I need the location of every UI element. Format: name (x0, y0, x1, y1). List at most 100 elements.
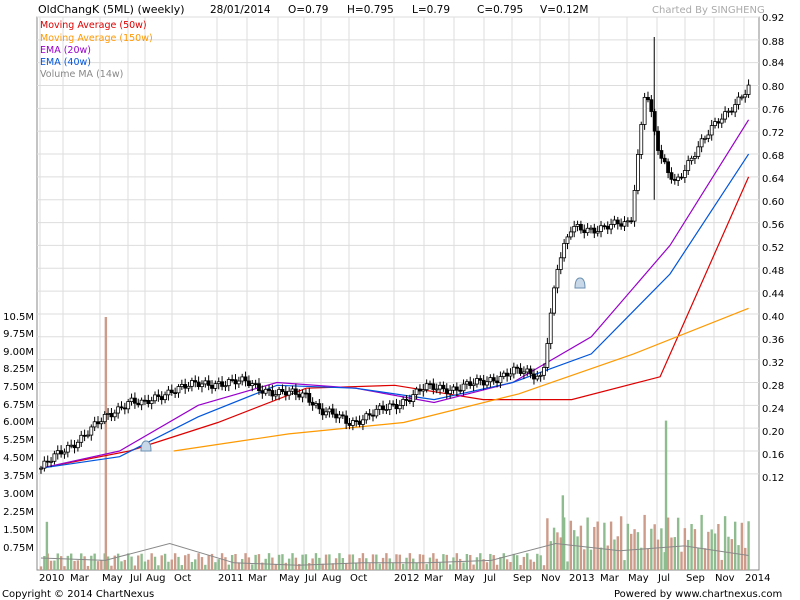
volume-bar (137, 555, 140, 570)
volume-bar (395, 554, 398, 570)
volume-bar (583, 549, 586, 570)
volume-tick: 4.50M (3, 453, 34, 464)
volume-bar (576, 536, 579, 570)
candle-body (146, 400, 151, 405)
candle-body (49, 460, 53, 463)
candle-body (277, 389, 281, 395)
candle-body (602, 225, 607, 228)
candle-body (354, 420, 359, 422)
candle-body (163, 394, 167, 401)
candle-body (461, 383, 466, 392)
volume-bar (687, 539, 690, 570)
x-tick: Jul (129, 573, 142, 584)
candle-body (579, 224, 583, 231)
price-tick: 0.40 (762, 312, 784, 323)
volume-bar (428, 557, 432, 570)
price-tick: 0.48 (762, 266, 784, 277)
price-axis: 0.92 0.88 0.84 0.80 0.76 0.72 0.68 0.64 … (762, 13, 784, 484)
volume-bar (519, 564, 522, 570)
candle-body (656, 130, 660, 151)
volume-bar (640, 547, 643, 570)
candle-body (206, 380, 211, 386)
volume-bar (167, 561, 170, 570)
volume-bar (670, 537, 673, 570)
candle-body (116, 406, 121, 414)
volume-bar (130, 556, 133, 570)
candle-body (515, 366, 520, 369)
candle-body (300, 392, 305, 398)
volume-bar (391, 563, 395, 570)
x-tick: 2012 (394, 573, 419, 584)
candle-body (65, 445, 70, 453)
candle-body (216, 381, 221, 385)
volume-bar (207, 555, 210, 570)
copyright: Copyright © 2014 ChartNexus (2, 589, 154, 600)
candle-body (230, 379, 235, 381)
candle-body (407, 400, 412, 402)
x-tick: Nov (715, 573, 735, 584)
volume-tick: 0.75M (3, 543, 34, 554)
volume-bar (619, 516, 623, 570)
candle-body (357, 420, 362, 425)
volume-bar (277, 554, 281, 570)
candle-body (565, 236, 570, 244)
candle-body (646, 96, 650, 101)
candle-body (119, 406, 124, 409)
candle-body (716, 121, 721, 124)
x-tick: Oct (350, 573, 367, 584)
candle-body (112, 412, 117, 418)
volume-bar (717, 523, 720, 570)
candle-body (723, 111, 728, 120)
candle-body (72, 444, 77, 449)
candle-body (367, 413, 372, 416)
volume-bar (415, 562, 418, 570)
candle-body (391, 403, 396, 406)
candle-body (676, 176, 681, 181)
volume-bar (418, 554, 422, 570)
volume-bar (522, 556, 526, 570)
volume-bar (200, 557, 204, 570)
candle-body (129, 397, 134, 403)
volume-bar (673, 537, 677, 570)
volume-bar (241, 558, 244, 570)
candle-body (706, 134, 711, 139)
price-tick: 0.56 (762, 220, 784, 231)
candle-body (240, 376, 245, 382)
volume-tick: 3.00M (3, 489, 34, 500)
candle-body (220, 381, 224, 387)
volume-bar (217, 559, 220, 570)
volume-bar (388, 558, 391, 570)
candle-body (693, 156, 697, 159)
x-tick: Mar (248, 573, 268, 584)
candle-body (96, 421, 100, 425)
x-tick: May (454, 573, 475, 584)
candle-body (709, 125, 714, 136)
candle-body (414, 388, 419, 396)
price-tick: 0.16 (762, 450, 784, 461)
candle-body (689, 157, 694, 162)
x-tick: Mar (600, 573, 620, 584)
volume-bar (150, 553, 153, 570)
volume-bar (542, 565, 546, 570)
candle-body (387, 403, 392, 410)
volume-bar (536, 553, 539, 570)
volume-bar (636, 532, 640, 570)
volume-bar (86, 565, 90, 570)
volume-bar (338, 553, 341, 570)
volume-bar (452, 557, 455, 570)
candle-body (109, 413, 114, 418)
candle-body (89, 426, 94, 436)
volume-bar (254, 554, 257, 570)
volume-bar (505, 559, 509, 570)
candle-body (619, 223, 624, 227)
candle-body (344, 415, 349, 424)
candle-body (290, 388, 295, 392)
candle-body (558, 257, 563, 270)
volume-bar (147, 559, 150, 570)
volume-bar (556, 532, 559, 570)
volume-bar (355, 563, 358, 570)
price-tick: 0.84 (762, 58, 784, 69)
volume-bar (100, 560, 103, 570)
candle-body (381, 405, 385, 411)
candle-body (552, 287, 556, 314)
